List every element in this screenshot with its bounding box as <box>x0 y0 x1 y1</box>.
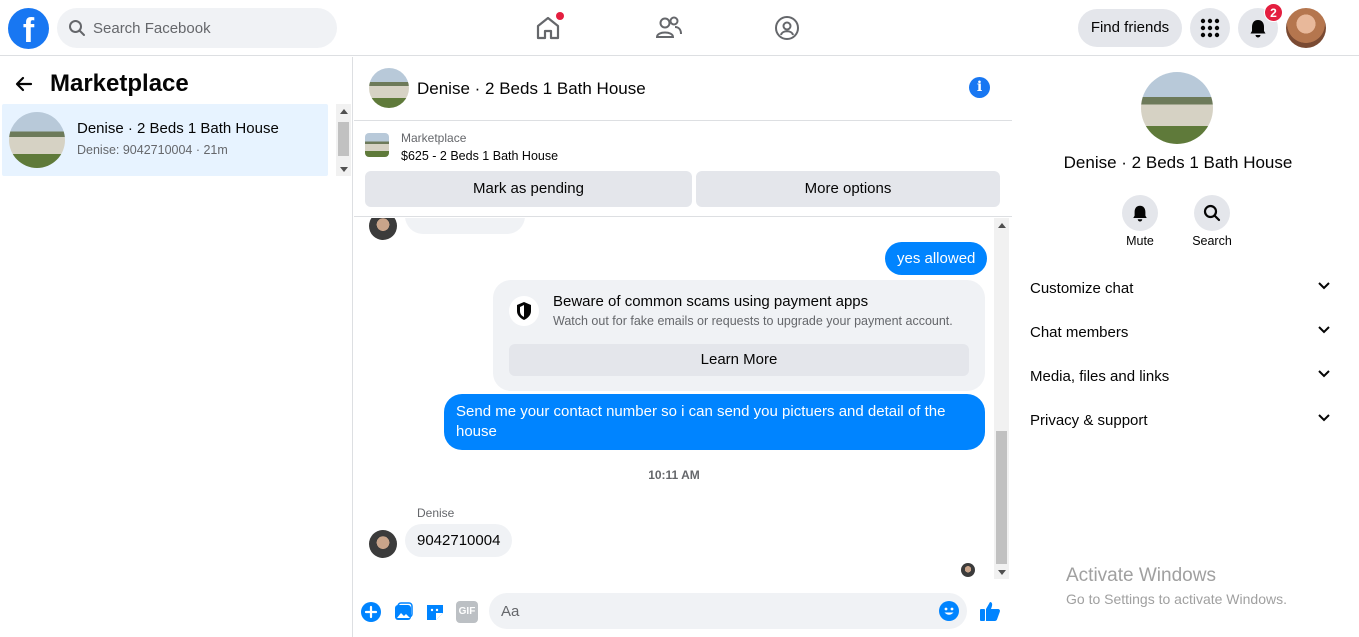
facebook-logo[interactable]: f <box>8 8 49 49</box>
bell-icon <box>1250 20 1266 38</box>
menu-grid-icon <box>1200 18 1220 38</box>
notification-badge: 2 <box>1264 3 1283 22</box>
emoji-icon[interactable] <box>939 601 959 621</box>
listing-thumbnail <box>9 112 65 168</box>
page-title: Marketplace <box>50 70 189 97</box>
section-label: Customize chat <box>1030 280 1134 297</box>
watermark-title: Activate Windows <box>1066 565 1216 586</box>
search-icon <box>1203 204 1221 222</box>
search-box[interactable] <box>57 8 337 48</box>
profile-avatar[interactable] <box>1286 8 1326 48</box>
section-label: Media, files and links <box>1030 368 1170 385</box>
info-icon[interactable]: i <box>969 77 990 98</box>
chat-avatar[interactable] <box>369 68 409 108</box>
message-input-box[interactable] <box>489 593 967 629</box>
shield-icon <box>509 296 539 326</box>
chevron-down-icon <box>1318 414 1330 422</box>
conversation-name: Denise · 2 Beds 1 Bath House <box>77 120 279 137</box>
search-input[interactable] <box>93 8 323 48</box>
seen-receipt-avatar <box>961 563 975 577</box>
sender-avatar[interactable] <box>369 530 397 558</box>
message-bubble-incoming <box>405 218 525 234</box>
section-chat-members[interactable]: Chat members <box>1030 311 1330 355</box>
scam-warning-title: Beware of common scams using payment app… <box>553 293 869 310</box>
chat-scrollbar[interactable] <box>994 218 1009 579</box>
chat-details-panel: Denise · 2 Beds 1 Bath House Mute Search… <box>1013 57 1343 637</box>
photo-icon[interactable] <box>392 601 414 623</box>
listing-banner: Marketplace $625 - 2 Beds 1 Bath House M… <box>354 122 1012 217</box>
thumbs-up-icon[interactable] <box>978 599 1002 623</box>
section-label: Privacy & support <box>1030 412 1148 429</box>
watermark-subtitle: Go to Settings to activate Windows. <box>1066 591 1287 607</box>
sender-name: Denise <box>417 506 455 520</box>
scrollbar-thumb[interactable] <box>996 431 1007 564</box>
listing-source: Marketplace <box>401 131 467 145</box>
sender-avatar <box>369 218 397 240</box>
message-bubble-outgoing[interactable]: yes allowed <box>885 242 988 275</box>
more-options-button[interactable]: More options <box>696 171 1000 207</box>
bell-icon <box>1133 205 1147 222</box>
mute-label: Mute <box>1126 234 1154 248</box>
find-friends-button[interactable]: Find friends <box>1078 9 1182 47</box>
chat-panel: Denise · 2 Beds 1 Bath House i Marketpla… <box>354 57 1012 637</box>
marketplace-sidebar: Marketplace Denise · 2 Beds 1 Bath House… <box>0 57 353 637</box>
page-scrollbar[interactable] <box>1343 57 1359 637</box>
search-label: Search <box>1192 234 1232 248</box>
chat-title[interactable]: Denise · 2 Beds 1 Bath House <box>417 79 646 99</box>
mark-as-pending-button[interactable]: Mark as pending <box>365 171 692 207</box>
section-customize-chat[interactable]: Customize chat <box>1030 267 1330 311</box>
back-arrow-icon[interactable] <box>14 74 34 100</box>
top-navigation-bar: f Find friends <box>0 0 1359 56</box>
section-media-files-links[interactable]: Media, files and links <box>1030 355 1330 399</box>
gif-icon[interactable]: GIF <box>456 601 478 623</box>
scrollbar-thumb[interactable] <box>338 122 349 156</box>
conversation-item[interactable]: Denise · 2 Beds 1 Bath House Denise: 904… <box>2 104 328 176</box>
chat-header: Denise · 2 Beds 1 Bath House i <box>354 57 1012 121</box>
message-composer: GIF <box>354 589 1012 637</box>
chevron-down-icon <box>1318 282 1330 290</box>
scroll-down-icon[interactable] <box>998 570 1006 575</box>
plus-circle-icon[interactable] <box>360 601 382 623</box>
chevron-down-icon <box>1318 370 1330 378</box>
mute-button[interactable] <box>1122 195 1158 231</box>
search-icon <box>69 20 85 36</box>
listing-summary[interactable]: $625 - 2 Beds 1 Bath House <box>401 149 558 163</box>
scroll-up-icon[interactable] <box>340 109 348 114</box>
sticker-icon[interactable] <box>424 601 446 623</box>
scroll-up-icon[interactable] <box>998 223 1006 228</box>
chevron-down-icon <box>1318 326 1330 334</box>
scam-warning-description: Watch out for fake emails or requests to… <box>553 314 953 328</box>
message-bubble-incoming[interactable]: 9042710004 <box>405 524 513 557</box>
message-input[interactable] <box>501 593 921 629</box>
scroll-down-icon[interactable] <box>340 167 348 172</box>
section-label: Chat members <box>1030 324 1129 341</box>
search-in-chat-button[interactable] <box>1194 195 1230 231</box>
section-privacy-support[interactable]: Privacy & support <box>1030 399 1330 443</box>
groups-icon[interactable] <box>771 12 803 44</box>
listing-thumbnail[interactable] <box>365 133 389 157</box>
message-list: yes allowed Beware of common scams using… <box>354 218 1012 583</box>
scam-warning-card: Beware of common scams using payment app… <box>493 280 985 391</box>
conversation-preview: Denise: 9042710004 · 21m <box>77 143 228 157</box>
message-bubble-outgoing[interactable]: Send me your contact number so i can sen… <box>444 394 985 450</box>
windows-activation-watermark: Activate Windows Go to Settings to activ… <box>1066 565 1287 607</box>
menu-button[interactable] <box>1190 8 1230 48</box>
sidebar-scrollbar[interactable] <box>336 104 351 176</box>
learn-more-button[interactable]: Learn More <box>509 344 969 376</box>
details-title: Denise · 2 Beds 1 Bath House <box>1063 153 1293 172</box>
home-notification-dot <box>556 12 564 20</box>
details-avatar[interactable] <box>1141 72 1213 144</box>
friends-icon[interactable] <box>652 12 684 44</box>
message-timestamp: 10:11 AM <box>648 468 700 482</box>
